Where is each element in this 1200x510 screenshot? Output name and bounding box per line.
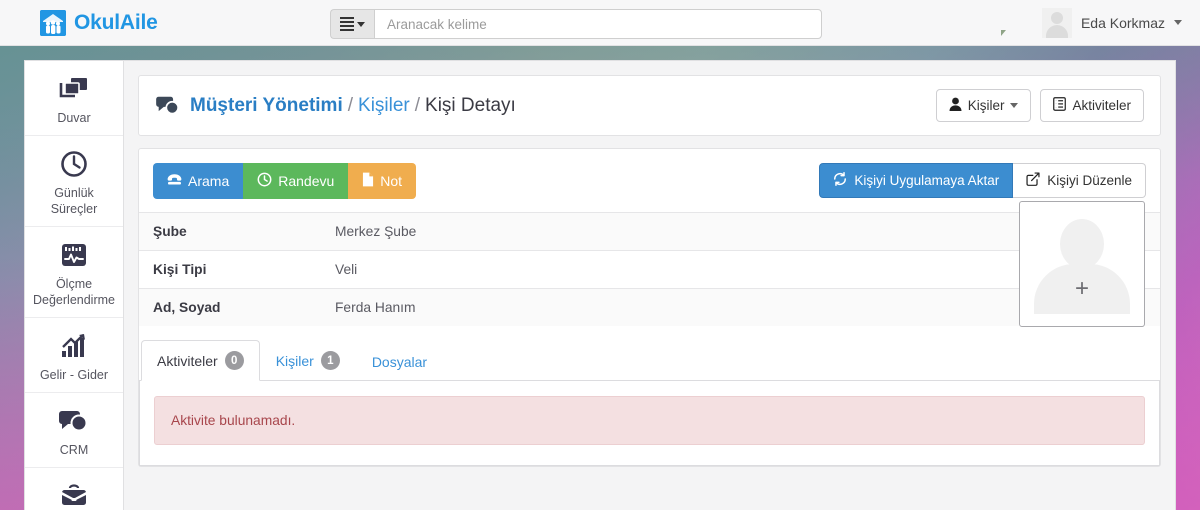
breadcrumb-link-kisiler[interactable]: Kişiler bbox=[358, 95, 410, 117]
breadcrumb-panel: Müşteri Yönetimi / Kişiler / Kişi Detayı… bbox=[138, 75, 1161, 136]
quick-action-group: Arama Randevu Not bbox=[153, 163, 417, 199]
person-photo-upload[interactable]: + bbox=[1019, 201, 1145, 327]
brand-name: OkulAile bbox=[74, 10, 158, 34]
detail-tabs: Aktiviteler 0 Kişiler 1 Dosyalar Aktivit… bbox=[139, 340, 1160, 466]
sidebar-item-crm[interactable]: CRM bbox=[25, 393, 123, 468]
breadcrumb-separator: / bbox=[347, 94, 354, 116]
chevron-down-icon bbox=[1174, 20, 1182, 25]
user-name: Eda Korkmaz bbox=[1080, 14, 1165, 31]
sidebar-item-duvar[interactable]: Duvar bbox=[25, 61, 123, 136]
refresh-icon bbox=[833, 172, 847, 189]
kisiler-dropdown-label: Kişiler bbox=[967, 98, 1005, 113]
not-button-label: Not bbox=[380, 173, 403, 189]
kisiyi-uygulamaya-aktar-button[interactable]: Kişiyi Uygulamaya Aktar bbox=[819, 163, 1014, 198]
chevron-down-icon bbox=[1010, 103, 1019, 108]
aktiviteler-button[interactable]: Aktiviteler bbox=[1040, 89, 1144, 122]
main-sidebar: Duvar Günlük Süreçler Ölçme Değerlendirm… bbox=[24, 60, 124, 510]
kisiyi-uygulamaya-aktar-label: Kişiyi Uygulamaya Aktar bbox=[854, 173, 1000, 188]
main-content: Müşteri Yönetimi / Kişiler / Kişi Detayı… bbox=[124, 60, 1176, 510]
search-bar bbox=[330, 9, 822, 39]
randevu-button[interactable]: Randevu bbox=[243, 163, 349, 199]
breadcrumb-separator: / bbox=[414, 94, 421, 116]
add-photo-plus: + bbox=[1074, 274, 1090, 302]
person-icon bbox=[949, 97, 962, 114]
person-info-table: Şube Merkez Şube Kişi Tipi Veli Ad, Soya… bbox=[139, 212, 1160, 326]
bar-chart-arrow-icon bbox=[29, 329, 119, 363]
search-input[interactable] bbox=[374, 9, 822, 39]
kisiyi-duzenle-button[interactable]: Kişiyi Düzenle bbox=[1013, 163, 1146, 198]
randevu-button-label: Randevu bbox=[278, 173, 335, 189]
pulse-chart-icon bbox=[29, 238, 119, 272]
tab-kisiler[interactable]: Kişiler 1 bbox=[260, 340, 356, 381]
family-house-logo-icon bbox=[40, 9, 66, 36]
sidebar-item-label: Günlük Süreçler bbox=[50, 186, 98, 216]
breadcrumb-actions: Kişiler Aktiviteler bbox=[935, 89, 1144, 122]
sidebar-item-idari-isler[interactable]: İdari İşler bbox=[25, 468, 123, 510]
user-avatar-icon bbox=[1041, 7, 1072, 38]
sidebar-item-gunluk-surecler[interactable]: Günlük Süreçler bbox=[25, 136, 123, 227]
sidebar-item-label: Duvar bbox=[57, 111, 91, 125]
tab-badge: 0 bbox=[224, 351, 244, 370]
tab-label: Dosyalar bbox=[371, 354, 428, 370]
briefcase-icon bbox=[29, 479, 119, 510]
tab-dosyalar[interactable]: Dosyalar bbox=[356, 343, 443, 381]
breadcrumb-current: Kişi Detayı bbox=[425, 94, 516, 116]
chevron-down-icon bbox=[357, 21, 365, 27]
crm-bubbles-icon bbox=[155, 95, 181, 117]
sidebar-item-label: Gelir - Gider bbox=[39, 368, 109, 382]
kisiyi-duzenle-label: Kişiyi Düzenle bbox=[1047, 173, 1132, 188]
tab-label: Aktiviteler bbox=[157, 352, 218, 369]
row-label: Ad, Soyad bbox=[153, 300, 221, 315]
tab-badge: 1 bbox=[320, 351, 340, 370]
detail-action-bar: Arama Randevu Not Kişiyi Uygulamaya Akta… bbox=[139, 149, 1160, 199]
file-icon bbox=[362, 172, 374, 190]
phone-icon bbox=[167, 173, 182, 189]
kisiler-dropdown-button[interactable]: Kişiler bbox=[935, 89, 1032, 122]
speech-bubbles-icon bbox=[29, 404, 119, 438]
tab-aktiviteler[interactable]: Aktiviteler 0 bbox=[141, 340, 260, 381]
arama-button-label: Arama bbox=[188, 173, 230, 189]
person-placeholder-icon bbox=[1020, 202, 1144, 326]
clock-icon bbox=[257, 172, 272, 190]
body-wrapper: Duvar Günlük Süreçler Ölçme Değerlendirm… bbox=[0, 46, 1200, 510]
user-menu[interactable]: Eda Korkmaz bbox=[1041, 7, 1182, 38]
navbar-right: Eda Korkmaz bbox=[998, 7, 1182, 38]
brand-logo[interactable]: OkulAile bbox=[40, 9, 158, 36]
tab-pane-aktiviteler: Aktivite bulunamadı. bbox=[139, 381, 1160, 466]
breadcrumb-root[interactable]: Müşteri Yönetimi bbox=[190, 95, 343, 117]
sidebar-item-label: Ölçme Değerlendirme bbox=[33, 277, 115, 307]
row-label: Şube bbox=[153, 224, 187, 239]
no-activity-alert: Aktivite bulunamadı. bbox=[154, 396, 1145, 445]
hamburger-menu-icon bbox=[340, 17, 354, 31]
sidebar-item-olcme-degerlendirme[interactable]: Ölçme Değerlendirme bbox=[25, 227, 123, 318]
message-bubble-icon[interactable] bbox=[998, 11, 1028, 36]
top-navbar: OkulAile Eda Korkmaz bbox=[0, 0, 1200, 46]
detail-right-actions: Kişiyi Uygulamaya Aktar Kişiyi Düzenle bbox=[819, 163, 1146, 198]
tab-label: Kişiler bbox=[275, 352, 314, 369]
row-label: Kişi Tipi bbox=[153, 262, 207, 277]
list-icon bbox=[1053, 97, 1067, 114]
aktiviteler-button-label: Aktiviteler bbox=[1072, 98, 1131, 113]
person-detail-panel: Arama Randevu Not Kişiyi Uygulamaya Akta… bbox=[138, 148, 1161, 467]
clock-icon bbox=[29, 147, 119, 181]
table-row: Şube Merkez Şube bbox=[139, 212, 1160, 251]
table-row: Ad, Soyad Ferda Hanım bbox=[139, 288, 1160, 326]
table-row: Kişi Tipi Veli bbox=[139, 250, 1160, 289]
tab-strip: Aktiviteler 0 Kişiler 1 Dosyalar bbox=[139, 340, 1160, 381]
arama-button[interactable]: Arama bbox=[153, 163, 244, 199]
app-root: OkulAile Eda Korkmaz bbox=[0, 0, 1200, 510]
sidebar-item-label: CRM bbox=[59, 443, 89, 457]
sidebar-item-gelir-gider[interactable]: Gelir - Gider bbox=[25, 318, 123, 393]
not-button[interactable]: Not bbox=[348, 163, 417, 199]
search-scope-dropdown[interactable] bbox=[330, 9, 374, 39]
windows-stack-icon bbox=[29, 72, 119, 106]
edit-square-icon bbox=[1026, 172, 1040, 189]
